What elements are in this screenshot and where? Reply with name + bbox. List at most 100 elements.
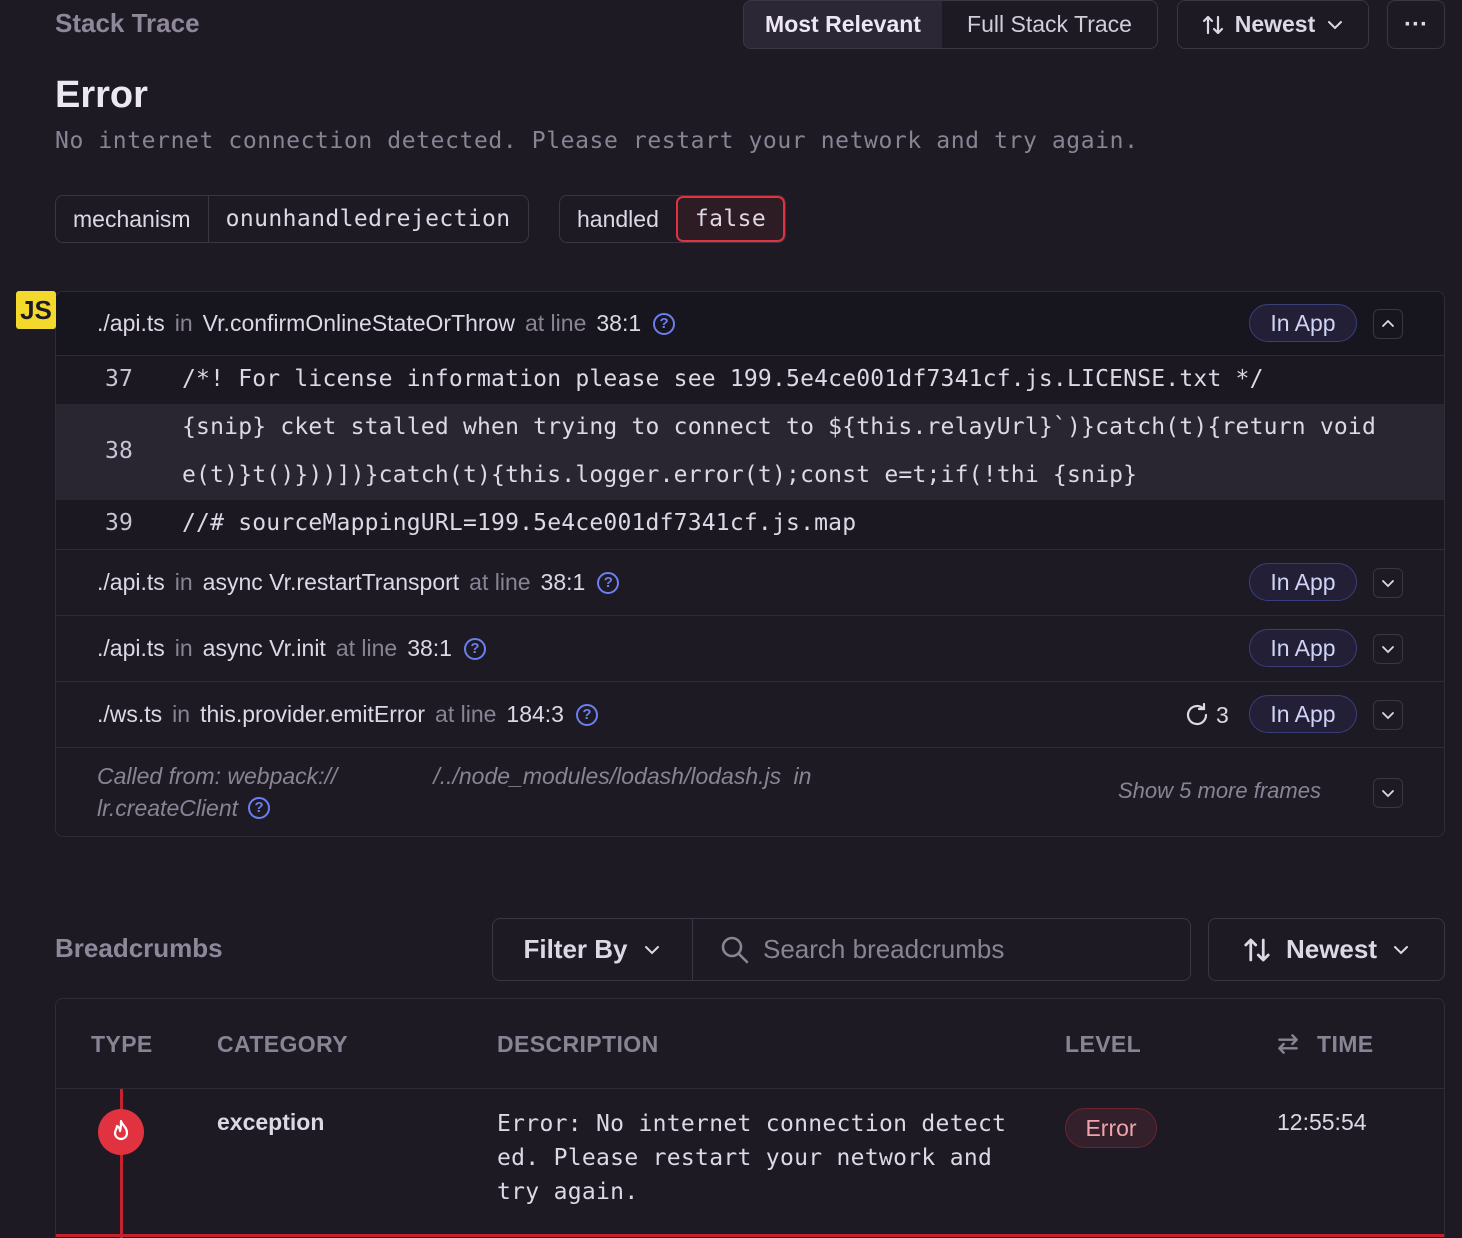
error-title: Error xyxy=(55,74,148,116)
level-badge: Error xyxy=(1065,1108,1157,1148)
frame-at-label: at line xyxy=(469,569,531,595)
collapse-frame-button[interactable] xyxy=(1373,309,1403,339)
frame-function: this.provider.emitError xyxy=(200,701,426,727)
chevron-down-icon xyxy=(1382,712,1394,720)
handled-tag: handled false xyxy=(559,195,787,243)
search-box xyxy=(693,919,1190,980)
frame-row[interactable]: ./ws.ts in this.provider.emitError at li… xyxy=(56,682,1444,748)
code-source: e(t)}t()}))])}catch(t){this.logger.error… xyxy=(182,462,1138,488)
called-from-row: Called from: webpack:// /../node_modules/… xyxy=(56,748,1444,836)
code-line: 39 //# sourceMappingURL=199.5e4ce001df73… xyxy=(56,500,1444,550)
frame-line: 38:1 xyxy=(596,310,642,336)
chevron-up-icon xyxy=(1382,319,1394,327)
frame-in-label: in xyxy=(174,569,193,595)
tag-value-false: false xyxy=(675,196,786,242)
frame-file: ./api.ts xyxy=(97,569,165,595)
expand-frame-button[interactable] xyxy=(1373,700,1403,730)
called-from-in: in xyxy=(793,763,812,789)
filter-by-dropdown[interactable]: Filter By xyxy=(493,919,693,980)
frame-function: async Vr.restartTransport xyxy=(202,569,460,595)
frame-function: async Vr.init xyxy=(202,635,326,661)
row-divider xyxy=(56,1234,1444,1237)
called-from-function: lr.createClient xyxy=(97,795,239,821)
more-options-button[interactable]: ··· xyxy=(1387,0,1445,49)
breadcrumb-time: 12:55:54 xyxy=(1277,1109,1367,1135)
repeat-count: 3 xyxy=(1182,700,1229,730)
stack-sort-dropdown[interactable]: Newest xyxy=(1177,0,1369,49)
code-source: /*! For license information please see 1… xyxy=(182,366,1264,392)
repeat-count-value: 3 xyxy=(1216,701,1229,728)
line-number: 39 xyxy=(105,510,134,536)
column-type: TYPE xyxy=(91,1031,153,1057)
breadcrumbs-sort-dropdown[interactable]: Newest xyxy=(1208,918,1445,981)
frame-row[interactable]: ./api.ts in async Vr.restartTransport at… xyxy=(56,550,1444,616)
expand-frames-button[interactable] xyxy=(1373,778,1403,808)
frame-line: 184:3 xyxy=(506,701,564,727)
js-platform-icon: JS xyxy=(16,291,56,329)
frame-line: 38:1 xyxy=(540,569,586,595)
column-time[interactable]: TIME xyxy=(1317,1031,1374,1058)
chevron-down-icon xyxy=(1382,580,1394,588)
frame-row[interactable]: ./api.ts in Vr.confirmOnlineStateOrThrow… xyxy=(56,292,1444,356)
repeat-icon xyxy=(1186,702,1208,726)
sort-arrows-icon xyxy=(1202,15,1223,34)
chevron-down-icon xyxy=(1328,20,1343,29)
help-icon[interactable]: ? xyxy=(653,312,676,335)
help-icon[interactable]: ? xyxy=(463,637,486,660)
frame-file: ./api.ts xyxy=(97,310,165,336)
full-stack-trace-tab[interactable]: Full Stack Trace xyxy=(942,1,1157,48)
breadcrumbs-title: Breadcrumbs xyxy=(55,933,223,963)
search-breadcrumbs-input[interactable] xyxy=(763,934,1183,965)
frame-at-label: at line xyxy=(335,635,398,661)
in-app-badge: In App xyxy=(1249,304,1357,342)
show-more-frames-link[interactable]: Show 5 more frames xyxy=(1118,778,1321,804)
breadcrumb-description: Error: No internet connection detected. … xyxy=(497,1111,1007,1205)
chevron-down-icon xyxy=(1382,646,1394,654)
frame-file: ./api.ts xyxy=(97,635,165,661)
table-row[interactable]: exception Error: No internet connection … xyxy=(56,1089,1444,1238)
swap-arrows-icon[interactable] xyxy=(1275,1031,1301,1057)
code-line: 37 /*! For license information please se… xyxy=(56,356,1444,404)
search-icon xyxy=(721,936,749,963)
stack-trace-title: Stack Trace xyxy=(55,8,200,38)
in-app-badge: In App xyxy=(1249,695,1357,733)
tag-value: onunhandledrejection xyxy=(207,196,528,242)
frame-at-label: at line xyxy=(524,310,587,336)
column-category: CATEGORY xyxy=(217,1031,348,1057)
column-description: DESCRIPTION xyxy=(497,1031,659,1057)
frame-in-label: in xyxy=(174,310,193,336)
line-number: 38 xyxy=(105,438,134,464)
frame-line: 38:1 xyxy=(407,635,452,661)
tag-key: mechanism xyxy=(73,205,191,232)
code-source: //# sourceMappingURL=199.5e4ce001df7341c… xyxy=(182,510,857,536)
help-icon[interactable]: ? xyxy=(575,703,598,726)
chevron-down-icon xyxy=(1382,790,1394,798)
stack-view-toggle: Most Relevant Full Stack Trace xyxy=(743,0,1158,49)
fire-icon xyxy=(98,1109,144,1155)
sort-arrows-icon xyxy=(1244,938,1270,961)
code-source: {snip} cket stalled when trying to conne… xyxy=(182,414,1377,440)
tag-key: handled xyxy=(577,205,659,232)
breadcrumb-category: exception xyxy=(217,1109,325,1135)
frame-row[interactable]: ./api.ts in async Vr.init at line 38:1 ?… xyxy=(56,616,1444,682)
error-message: No internet connection detected. Please … xyxy=(55,128,1139,154)
expand-frame-button[interactable] xyxy=(1373,568,1403,598)
breadcrumbs-sort-label: Newest xyxy=(1285,934,1378,964)
line-number: 37 xyxy=(105,366,134,392)
column-level: LEVEL xyxy=(1065,1031,1142,1057)
breadcrumbs-table: TYPE CATEGORY DESCRIPTION LEVEL TIME exc… xyxy=(55,998,1445,1238)
called-from-path: /../node_modules/lodash/lodash.js xyxy=(433,763,782,789)
frame-function: Vr.confirmOnlineStateOrThrow xyxy=(202,310,515,336)
help-icon[interactable]: ? xyxy=(248,797,271,819)
breadcrumbs-filter-bar: Filter By xyxy=(492,918,1191,981)
table-header: TYPE CATEGORY DESCRIPTION LEVEL TIME xyxy=(56,999,1444,1089)
stack-frames: ./api.ts in Vr.confirmOnlineStateOrThrow… xyxy=(55,291,1445,837)
expand-frame-button[interactable] xyxy=(1373,634,1403,664)
in-app-badge: In App xyxy=(1249,563,1357,601)
chevron-down-icon xyxy=(644,945,659,954)
help-icon[interactable]: ? xyxy=(597,571,620,594)
most-relevant-tab[interactable]: Most Relevant xyxy=(744,1,942,48)
called-from-prefix: Called from: webpack:// xyxy=(97,763,338,789)
filter-by-label: Filter By xyxy=(523,934,628,964)
in-app-badge: In App xyxy=(1249,629,1357,667)
